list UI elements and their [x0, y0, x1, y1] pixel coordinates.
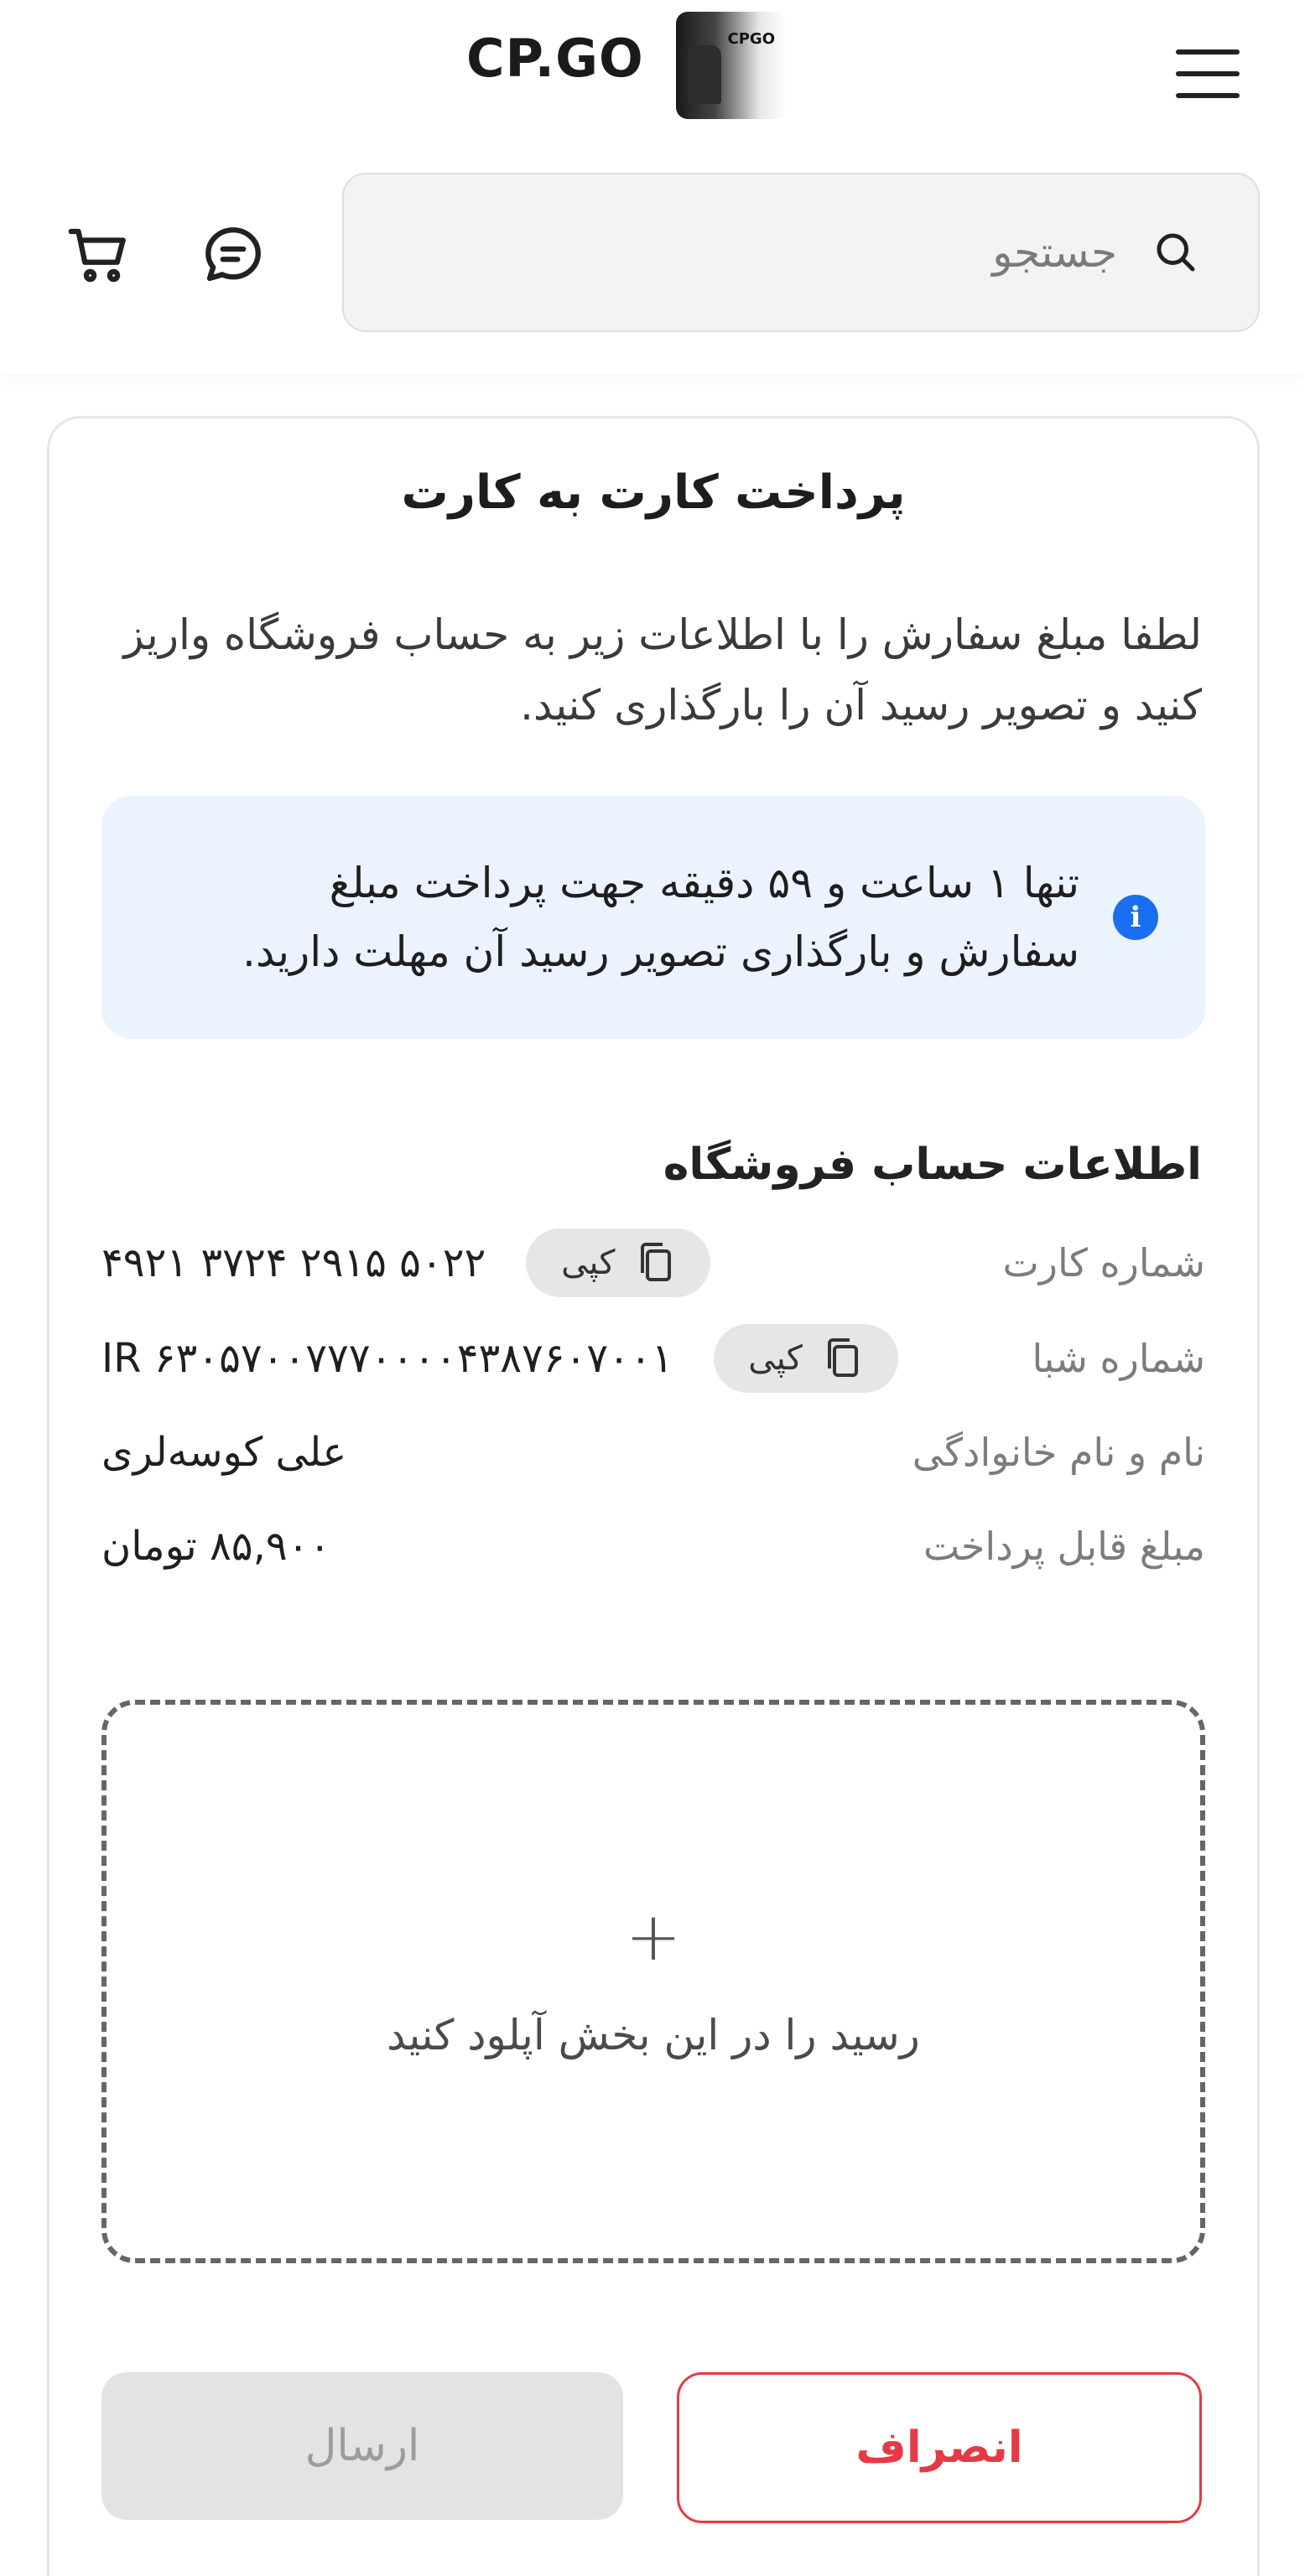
chat-icon[interactable]	[198, 220, 268, 290]
menu-bar	[1176, 93, 1240, 98]
card-number-value-group: ۵۰۲۲ ۲۹۱۵ ۳۷۲۴ ۴۹۲۱ کپی	[101, 1228, 711, 1297]
hamburger-menu-button[interactable]	[1164, 39, 1251, 109]
amount-label: مبلغ قابل پرداخت	[923, 1524, 1205, 1569]
copy-icon	[640, 1243, 671, 1281]
notice-text: تنها ۱ ساعت و ۵۹ دقیقه جهت پرداخت مبلغ س…	[242, 859, 1079, 976]
info-icon: i	[1113, 895, 1158, 940]
cart-icon[interactable]	[62, 220, 136, 290]
amount-row: ۸۵,۹۰۰ تومان مبلغ قابل پرداخت	[101, 1509, 1205, 1584]
card-number-label: شماره کارت	[1002, 1240, 1205, 1285]
receipt-upload-area[interactable]: + رسید را در این بخش آپلود کنید	[101, 1700, 1205, 2263]
sheba-value-group: IR ۶۳۰۵۷۰۰۷۷۷۰۰۰۰۴۳۸۷۶۰۷۰۰۱ کپی	[101, 1324, 898, 1393]
copy-card-number-button[interactable]: کپی	[526, 1228, 711, 1297]
owner-name-row: علی کوسه‌لری نام و نام خانوادگی	[101, 1415, 1205, 1490]
menu-bar	[1176, 71, 1240, 76]
search-bar[interactable]	[342, 173, 1260, 332]
sheba-label: شماره شبا	[1032, 1336, 1205, 1381]
card-number-row: ۵۰۲۲ ۲۹۱۵ ۳۷۲۴ ۴۹۲۱ کپی شماره کارت	[101, 1225, 1205, 1301]
amount-value: ۸۵,۹۰۰ تومان	[101, 1523, 331, 1570]
copy-icon	[827, 1338, 858, 1377]
card-number-value: ۵۰۲۲ ۲۹۱۵ ۳۷۲۴ ۴۹۲۱	[101, 1239, 486, 1286]
brand-logo-image[interactable]: CPGO	[676, 12, 787, 119]
copy-button-label: کپی	[561, 1244, 616, 1282]
time-notice: تنها ۱ ساعت و ۵۹ دقیقه جهت پرداخت مبلغ س…	[101, 796, 1205, 1039]
header: CPGO CP.GO	[0, 0, 1305, 374]
account-section-title: اطلاعات حساب فروشگاه	[663, 1140, 1202, 1190]
card-description: لطفا مبلغ سفارش را با اطلاعات زیر به حسا…	[123, 610, 1202, 730]
send-button[interactable]: ارسال	[101, 2372, 623, 2520]
owner-name-label: نام و نام خانوادگی	[912, 1430, 1205, 1475]
copy-button-label: کپی	[748, 1339, 803, 1378]
upload-text: رسید را در این بخش آپلود کنید	[387, 2011, 920, 2059]
plus-icon: +	[625, 1898, 682, 1976]
copy-sheba-button[interactable]: کپی	[713, 1324, 898, 1393]
search-input[interactable]	[446, 228, 1117, 277]
logo-text: CPGO	[727, 30, 775, 48]
sheba-value: IR ۶۳۰۵۷۰۰۷۷۷۰۰۰۰۴۳۸۷۶۰۷۰۰۱	[101, 1335, 673, 1382]
menu-bar	[1176, 49, 1240, 55]
payment-card: پرداخت کارت به کارت لطفا مبلغ سفارش را ب…	[47, 416, 1260, 2576]
cancel-button[interactable]: انصراف	[677, 2372, 1202, 2523]
logo-figure	[688, 45, 721, 104]
search-icon	[1157, 233, 1195, 272]
sheba-row: IR ۶۳۰۵۷۰۰۷۷۷۰۰۰۰۴۳۸۷۶۰۷۰۰۱ کپی شماره شب…	[101, 1321, 1205, 1396]
brand-name[interactable]: CP.GO	[466, 25, 644, 92]
owner-name-value: علی کوسه‌لری	[101, 1429, 347, 1476]
page: CPGO CP.GO پرداخت کارت به کارت لطفا مبلغ…	[0, 0, 1305, 2576]
card-title: پرداخت کارت به کارت	[401, 465, 906, 520]
